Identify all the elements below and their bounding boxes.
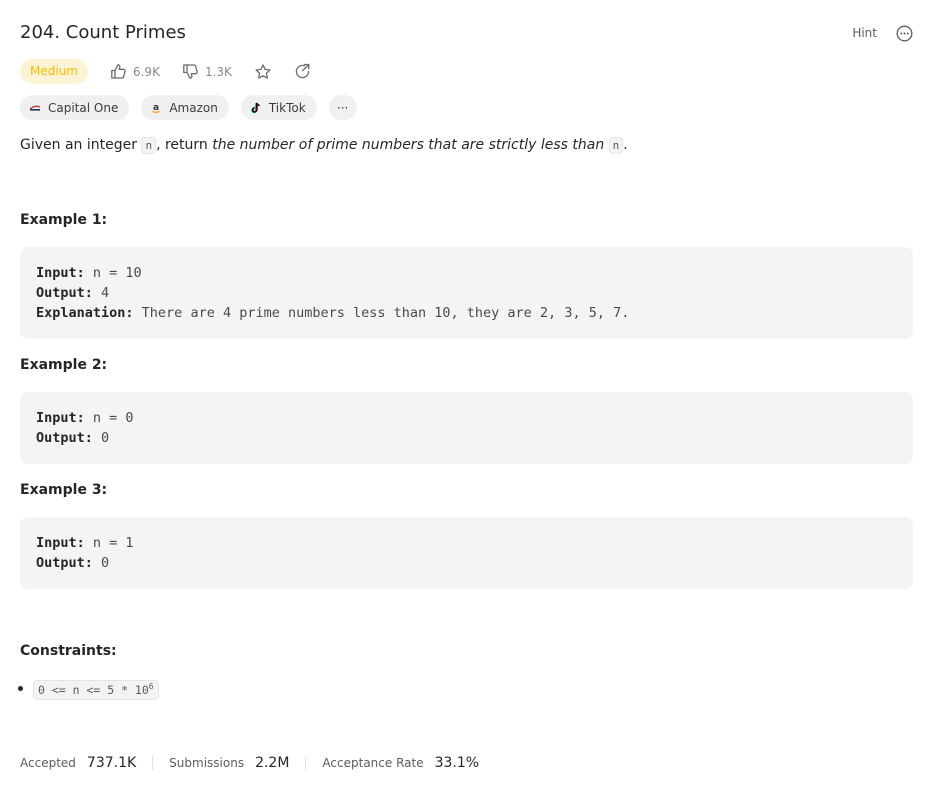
output-label: Output:	[36, 430, 93, 446]
description-text: Given an integer	[20, 137, 142, 153]
problem-description: Given an integer n, return the number of…	[20, 137, 628, 154]
input-label: Input:	[36, 265, 85, 281]
accepted-label: Accepted	[20, 756, 76, 770]
example-2-block: Input: n = 0 Output: 0	[20, 392, 913, 464]
company-tags: Capital One a Amazon TikTok ···	[20, 95, 357, 120]
description-text: .	[623, 137, 628, 153]
problem-meta: Medium 6.9K 1.3K	[20, 59, 311, 84]
like-button[interactable]: 6.9K	[110, 63, 160, 80]
submissions-stat: Submissions 2.2M	[169, 755, 289, 771]
inline-code: n	[141, 137, 157, 154]
divider	[305, 756, 307, 770]
constraints-title: Constraints:	[20, 643, 117, 659]
accepted-value: 737.1K	[86, 755, 137, 771]
company-name: Capital One	[48, 100, 119, 115]
output-label: Output:	[36, 555, 93, 571]
company-tag-amazon[interactable]: a Amazon	[141, 95, 229, 120]
tiktok-logo-icon	[250, 102, 262, 114]
capital-one-logo-icon	[29, 103, 41, 113]
output-value: 4	[92, 285, 110, 301]
accepted-stat: Accepted 737.1K	[20, 755, 136, 771]
output-value: 0	[92, 430, 110, 446]
output-value: 0	[92, 555, 110, 571]
thumbs-up-icon	[110, 63, 127, 80]
constraint-exponent: 6	[148, 682, 154, 692]
amazon-logo-icon: a	[150, 102, 162, 114]
more-companies-button[interactable]: ···	[328, 95, 357, 120]
thumbs-down-icon	[182, 63, 199, 80]
explanation-text: There are 4 prime numbers less than 10, …	[133, 305, 630, 321]
constraint-text: 0 <= n <= 5 * 10	[38, 683, 149, 697]
problem-title: 204. Count Primes	[20, 22, 186, 43]
example-3-title: Example 3:	[20, 482, 108, 498]
company-tag-tiktok[interactable]: TikTok	[240, 95, 317, 120]
acceptance-rate-value: 33.1%	[434, 755, 480, 771]
difficulty-badge: Medium	[20, 59, 88, 84]
input-value: n = 10	[84, 265, 142, 281]
input-label: Input:	[36, 410, 85, 426]
input-label: Input:	[36, 535, 85, 551]
example-3-block: Input: n = 1 Output: 0	[20, 517, 913, 589]
acceptance-rate-stat: Acceptance Rate 33.1%	[322, 755, 479, 771]
submissions-label: Submissions	[169, 756, 245, 770]
divider	[152, 756, 154, 770]
input-value: n = 0	[84, 410, 134, 426]
company-name: Amazon	[169, 100, 218, 115]
constraint-code: 0 <= n <= 5 * 106	[33, 680, 159, 700]
description-emphasis: the number of prime numbers that are str…	[212, 137, 605, 153]
bullet	[18, 685, 23, 691]
submissions-value: 2.2M	[255, 755, 290, 771]
inline-code: n	[608, 137, 624, 154]
example-2-title: Example 2:	[20, 357, 108, 373]
dislike-count: 1.3K	[204, 64, 232, 79]
example-1-title: Example 1:	[20, 212, 108, 228]
submission-stats: Accepted 737.1K Submissions 2.2M Accepta…	[20, 755, 479, 771]
output-label: Output:	[36, 285, 93, 301]
example-1-block: Input: n = 10 Output: 4 Explanation: The…	[20, 247, 913, 339]
like-count: 6.9K	[132, 64, 160, 79]
constraint-item: 0 <= n <= 5 * 106	[18, 680, 159, 700]
more-options-icon[interactable]	[895, 24, 913, 42]
explanation-label: Explanation:	[36, 305, 134, 321]
dislike-button[interactable]: 1.3K	[182, 63, 232, 80]
company-tag-capital-one[interactable]: Capital One	[20, 95, 130, 120]
hint-button[interactable]: Hint	[852, 26, 877, 40]
header-actions: Hint	[852, 24, 913, 42]
star-icon[interactable]	[254, 63, 272, 81]
description-text	[604, 137, 608, 153]
description-text: , return	[156, 137, 213, 153]
acceptance-rate-label: Acceptance Rate	[322, 756, 424, 770]
input-value: n = 1	[84, 535, 134, 551]
company-name: TikTok	[268, 100, 306, 115]
share-icon[interactable]	[294, 63, 311, 80]
